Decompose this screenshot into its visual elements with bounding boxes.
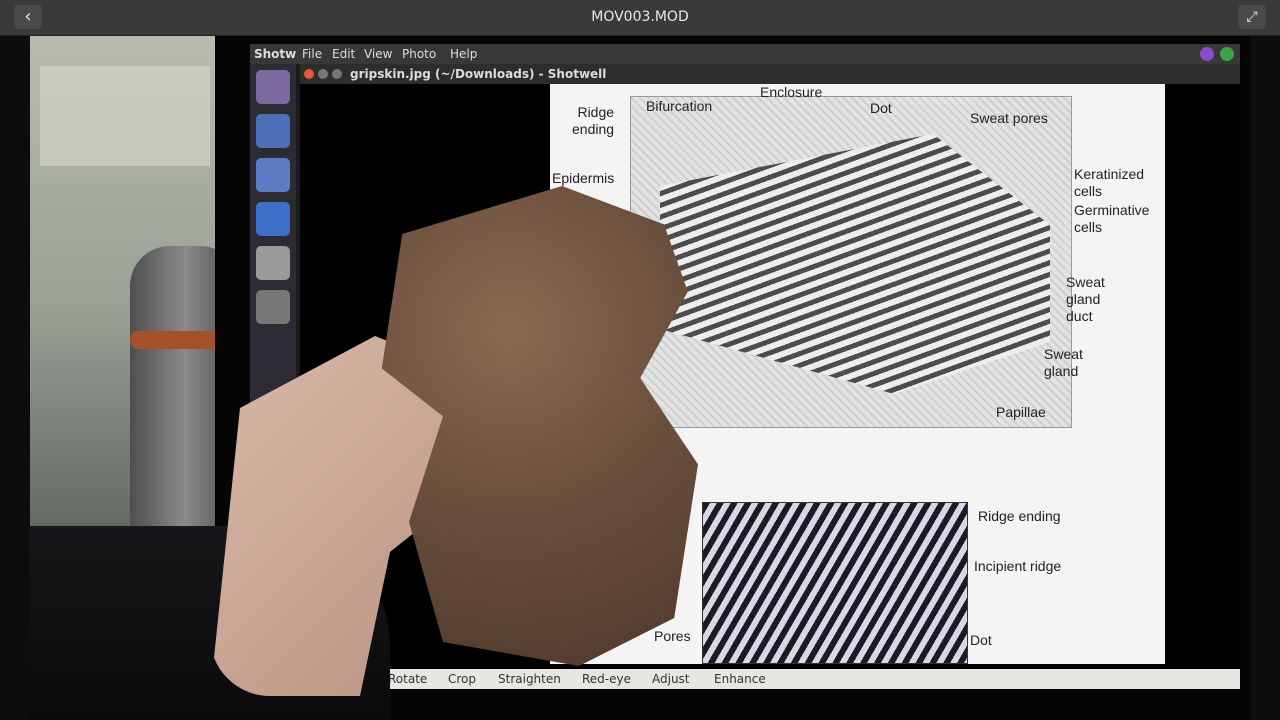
menu-edit[interactable]: Edit xyxy=(332,44,355,64)
files-icon[interactable] xyxy=(256,158,290,192)
window-title: gripskin.jpg (~/Downloads) - Shotwell xyxy=(350,67,607,81)
tools-icon[interactable] xyxy=(256,246,290,280)
label-bifurcation: Bifurcation xyxy=(646,98,713,114)
label-epidermis: Epidermis xyxy=(552,170,615,186)
enhance-button[interactable]: Enhance xyxy=(714,669,766,689)
adjust-button[interactable]: Adjust xyxy=(652,669,690,689)
label-sweat-gland-duct: Sweat gland duct xyxy=(1066,274,1105,324)
wall-sign xyxy=(40,66,210,166)
label-dot-fp: Dot xyxy=(970,632,992,648)
label-pores: Pores xyxy=(654,628,691,644)
label-incipient-ridge: Incipient ridge xyxy=(974,558,1062,574)
label-sweat-gland: Sweat gland xyxy=(1044,346,1083,379)
label-sweat-pores: Sweat pores xyxy=(970,110,1048,126)
straighten-button[interactable]: Straighten xyxy=(498,669,561,689)
video-icon[interactable] xyxy=(256,202,290,236)
rotate-button[interactable]: Rotate xyxy=(388,669,427,689)
video-frame: Shotw File Edit View Photo Help gripskin… xyxy=(30,36,1250,720)
player-title-bar: ‹ MOV003.MOD ⤢ xyxy=(0,0,1280,36)
label-enclosure: Enclosure xyxy=(760,84,823,100)
close-icon[interactable] xyxy=(304,69,314,79)
ubuntu-top-panel: Shotw File Edit View Photo Help xyxy=(250,44,1240,64)
app-name: Shotw xyxy=(254,47,297,61)
status-tray-icon[interactable] xyxy=(1220,47,1234,61)
shotwell-toolbar: Rotate Crop Straighten Red-eye Adjust En… xyxy=(300,669,1240,689)
crop-button[interactable]: Crop xyxy=(448,669,476,689)
menu-file[interactable]: File xyxy=(302,44,322,64)
settings-icon[interactable] xyxy=(256,290,290,324)
menu-help[interactable]: Help xyxy=(450,44,477,64)
label-dot: Dot xyxy=(870,100,892,116)
red-eye-button[interactable]: Red-eye xyxy=(582,669,631,689)
label-germinative-cells: Germinative cells xyxy=(1074,202,1150,235)
fullscreen-icon[interactable]: ⤢ xyxy=(1238,5,1266,29)
label-papillae: Papillae xyxy=(996,404,1046,420)
label-ridge-ending: Ridge ending xyxy=(572,104,615,137)
menu-view[interactable]: View xyxy=(364,44,392,64)
dash-icon[interactable] xyxy=(256,70,290,104)
label-keratinized-cells: Keratinized cells xyxy=(1074,166,1145,199)
maximize-icon[interactable] xyxy=(332,69,342,79)
menu-photo[interactable]: Photo xyxy=(402,44,436,64)
fingerprint-closeup xyxy=(702,502,968,664)
label-ridge-ending-fp: Ridge ending xyxy=(978,508,1061,524)
user-tray-icon[interactable] xyxy=(1200,47,1214,61)
minimize-icon[interactable] xyxy=(318,69,328,79)
browser-icon[interactable] xyxy=(256,114,290,148)
window-titlebar: gripskin.jpg (~/Downloads) - Shotwell xyxy=(300,64,1240,84)
video-title: MOV003.MOD xyxy=(591,9,689,25)
